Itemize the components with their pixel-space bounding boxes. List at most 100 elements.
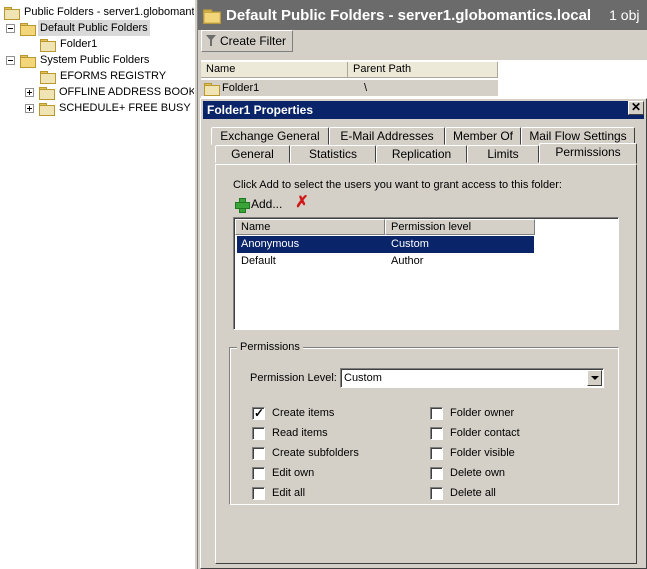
checkbox-box[interactable]: [430, 426, 443, 440]
checkbox-label: Create items: [272, 407, 335, 419]
add-button[interactable]: Add...: [234, 195, 282, 213]
dialog-title-bar[interactable]: Folder1 Properties: [203, 101, 644, 119]
checkbox-label: Read items: [272, 427, 328, 439]
column-header-permission-level[interactable]: Permission level: [385, 219, 535, 235]
checkbox-box[interactable]: [252, 486, 265, 500]
tab-general[interactable]: General: [215, 145, 290, 163]
tab-limits[interactable]: Limits: [467, 145, 539, 163]
checkbox-label: Folder owner: [450, 407, 515, 419]
permissions-list: Name Permission level Anonymous Custom D…: [233, 217, 619, 330]
tree-item-label: Folder1: [60, 38, 98, 50]
permission-row-name: Default: [241, 255, 276, 267]
checkbox-label: Edit own: [272, 467, 315, 479]
folder-icon: [203, 8, 221, 24]
checkbox-create-subfolders[interactable]: Create subfolders: [252, 446, 359, 460]
folder-icon: [39, 102, 55, 116]
checkbox-box[interactable]: [252, 406, 265, 420]
toolbar: Create Filter: [198, 30, 647, 60]
list-item[interactable]: Folder1 \: [201, 80, 498, 96]
tree-item-offline-address-book[interactable]: OFFLINE ADDRESS BOOK: [25, 84, 194, 100]
dialog-title: Folder1 Properties: [207, 103, 314, 117]
tab-replication[interactable]: Replication: [376, 145, 467, 163]
folder-icon: [20, 22, 36, 36]
tree-item-eforms-registry[interactable]: EFORMS REGISTRY: [40, 68, 168, 84]
checkbox-edit-all[interactable]: Edit all: [252, 486, 305, 500]
checkbox-delete-all[interactable]: Delete all: [430, 486, 496, 500]
expand-icon[interactable]: [25, 103, 34, 113]
checkbox-folder-contact[interactable]: Folder contact: [430, 426, 520, 440]
checkbox-box[interactable]: [252, 466, 265, 480]
create-filter-button[interactable]: Create Filter: [201, 30, 294, 52]
checkbox-box[interactable]: [430, 466, 443, 480]
permission-row-level: Custom: [391, 238, 429, 250]
checkbox-folder-visible[interactable]: Folder visible: [430, 446, 515, 460]
column-header-name[interactable]: Name: [201, 62, 348, 78]
collapse-icon[interactable]: [6, 23, 15, 33]
close-button[interactable]: ✕: [628, 101, 644, 115]
checkbox-label: Folder visible: [450, 447, 515, 459]
checkbox-label: Delete own: [450, 467, 506, 479]
folder-tree: Public Folders - server1.globomantics.lo…: [0, 0, 194, 569]
tree-root[interactable]: Public Folders - server1.globomantics.lo…: [4, 4, 194, 20]
checkbox-box[interactable]: [430, 486, 443, 500]
tree-item-default-public-folders[interactable]: Default Public Folders: [6, 20, 150, 36]
column-header-name[interactable]: Name: [235, 219, 385, 235]
list-item-parent-path: \: [364, 82, 368, 94]
checkbox-label: Delete all: [450, 487, 496, 499]
checkbox-box[interactable]: [430, 446, 443, 460]
permission-level-value: Custom: [344, 372, 382, 384]
tree-item-label: System Public Folders: [40, 54, 150, 66]
add-label: Add...: [251, 197, 283, 211]
permission-level-label: Permission Level:: [250, 372, 337, 384]
folder-icon: [204, 82, 220, 96]
checkbox-label: Create subfolders: [272, 447, 359, 459]
tab-email-addresses[interactable]: E-Mail Addresses: [329, 127, 445, 145]
checkbox-box[interactable]: [430, 406, 443, 420]
chevron-down-icon[interactable]: [587, 370, 602, 386]
checkbox-read-items[interactable]: Read items: [252, 426, 328, 440]
tab-exchange-general[interactable]: Exchange General: [211, 127, 329, 145]
folder-icon: [40, 70, 56, 84]
results-title: Default Public Folders - server1.globoma…: [226, 6, 592, 24]
checkbox-box[interactable]: [252, 426, 265, 440]
permissions-group: Permissions Permission Level: Custom Cre…: [229, 341, 619, 505]
permissions-group-legend: Permissions: [237, 341, 303, 353]
permission-row-anonymous[interactable]: Anonymous Custom: [237, 236, 534, 253]
object-count: 1 obj: [609, 7, 640, 23]
tab-statistics[interactable]: Statistics: [290, 145, 376, 163]
filter-icon: [206, 35, 216, 47]
permission-level-select[interactable]: Custom: [340, 368, 604, 388]
checkbox-delete-own[interactable]: Delete own: [430, 466, 505, 480]
remove-button[interactable]: ✗: [294, 195, 310, 211]
expand-icon[interactable]: [25, 87, 34, 97]
checkbox-label: Edit all: [272, 487, 306, 499]
permission-row-default[interactable]: Default Author: [237, 253, 534, 270]
checkbox-folder-owner[interactable]: Folder owner: [430, 406, 514, 420]
checkbox-label: Folder contact: [450, 427, 520, 439]
results-header: Default Public Folders - server1.globoma…: [198, 0, 647, 30]
tree-item-label: Default Public Folders: [38, 20, 150, 36]
tree-item-label: SCHEDULE+ FREE BUSY: [59, 102, 191, 114]
properties-dialog: Folder1 Properties ✕ Exchange General E-…: [200, 98, 647, 569]
tree-item-label: EFORMS REGISTRY: [60, 70, 167, 82]
tree-item-schedule-free-busy[interactable]: SCHEDULE+ FREE BUSY: [25, 100, 193, 116]
plus-icon: [234, 197, 250, 213]
collapse-icon[interactable]: [6, 55, 15, 65]
column-header-parent-path[interactable]: Parent Path: [348, 62, 498, 78]
permission-row-level: Author: [391, 255, 424, 267]
checkbox-create-items[interactable]: Create items: [252, 406, 334, 420]
tree-item-label: OFFLINE ADDRESS BOOK: [59, 86, 194, 98]
instructions-text: Click Add to select the users you want t…: [233, 179, 562, 191]
tree-item-folder1[interactable]: Folder1: [40, 36, 99, 52]
permission-row-name: Anonymous: [241, 238, 300, 250]
public-folders-icon: [4, 6, 20, 20]
tab-permissions[interactable]: Permissions: [539, 143, 637, 164]
list-item-name: Folder1: [222, 82, 260, 94]
tree-root-label: Public Folders - server1.globomantics.lo…: [24, 6, 194, 18]
create-filter-label: Create Filter: [220, 34, 287, 48]
checkbox-edit-own[interactable]: Edit own: [252, 466, 314, 480]
checkbox-box[interactable]: [252, 446, 265, 460]
tree-item-system-public-folders[interactable]: System Public Folders: [6, 52, 151, 68]
folder-icon: [20, 54, 36, 68]
tab-member-of[interactable]: Member Of: [445, 127, 521, 145]
